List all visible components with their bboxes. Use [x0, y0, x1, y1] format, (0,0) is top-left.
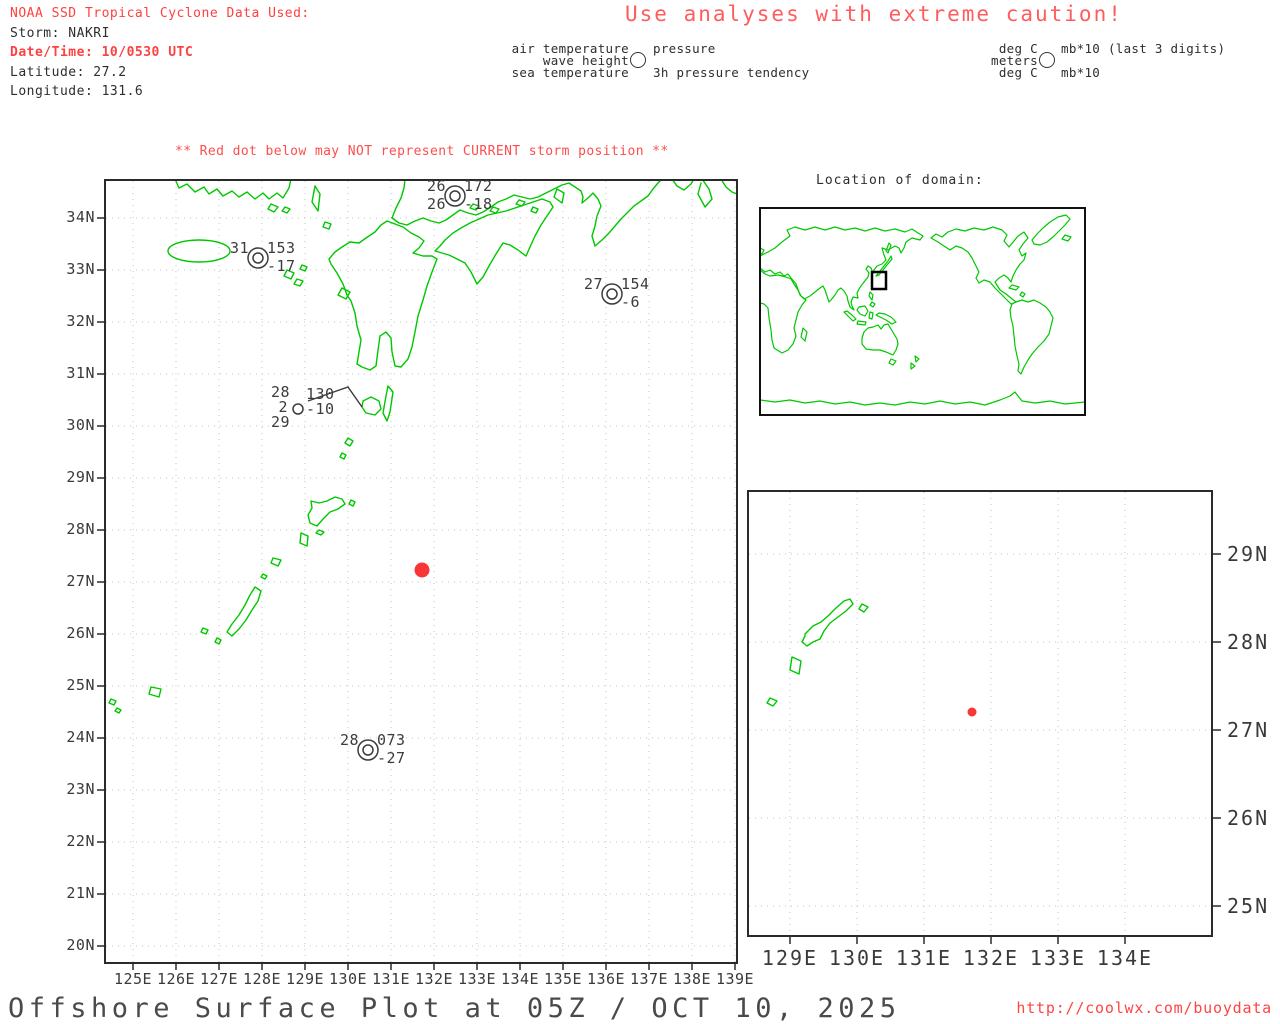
station-sea-temp: 29 [270, 413, 290, 431]
legend-sea-temperature: sea temperature [511, 65, 629, 80]
legend-pressure-units: mb*10 (last 3 digits) [1061, 41, 1226, 56]
lon-label-main: 130E [328, 970, 368, 988]
station-circle-inner [449, 190, 461, 202]
lon-label-inset: 134E [1096, 946, 1154, 970]
station-circle-inner [252, 252, 264, 264]
station-pressure: 172 [464, 177, 493, 195]
legend-pressure-tendency: 3h pressure tendency [653, 65, 810, 80]
lat-label-main: 31N [66, 364, 95, 382]
legend-station-circle-icon [630, 52, 646, 68]
station-air-temp: 27 [583, 275, 603, 293]
lon-label-main: 139E [715, 970, 755, 988]
lat-label-main: 25N [66, 676, 95, 694]
station-circle [292, 403, 304, 415]
lon-label-inset: 129E [761, 946, 819, 970]
lon-label-inset: 132E [962, 946, 1020, 970]
lat-label-main: 26N [66, 624, 95, 642]
lon-label-inset: 133E [1029, 946, 1087, 970]
station-pressure: 073 [377, 731, 406, 749]
lon-label-inset: 130E [828, 946, 886, 970]
lon-label-main: 132E [414, 970, 454, 988]
coastlines-zoom-inset [766, 598, 869, 707]
zoom-inset-frame [747, 490, 1213, 937]
station-air-temp: 26 [426, 177, 446, 195]
lat-label-main: 27N [66, 572, 95, 590]
lon-label-main: 134E [500, 970, 540, 988]
plot-title: Offshore Surface Plot at 05Z / OCT 10, 2… [8, 993, 901, 1024]
main-map-ticks [97, 217, 736, 970]
lon-label-main: 131E [371, 970, 411, 988]
lon-label-inset: 131E [895, 946, 953, 970]
storm-position-warning: ** Red dot below may NOT represent CURRE… [175, 144, 669, 159]
zoom-inset-grid [749, 492, 1211, 935]
lat-label-main: 32N [66, 312, 95, 330]
lon-label-main: 137E [629, 970, 669, 988]
lat-label-main: 21N [66, 884, 95, 902]
storm-position-dot-inset [967, 707, 977, 717]
source-url[interactable]: http://coolwx.com/buoydata [1016, 999, 1272, 1017]
legend-sea-units: deg C [998, 65, 1038, 80]
station-pressure-tendency: -18 [464, 195, 493, 213]
station-air-temp: 31 [229, 239, 249, 257]
station-pressure-tendency: -27 [377, 749, 406, 767]
lon-label-main: 126E [156, 970, 196, 988]
legend-pressure: pressure [653, 41, 716, 56]
lat-label-main: 33N [66, 260, 95, 278]
domain-inset-title: Location of domain: [816, 173, 984, 188]
lat-label-main: 34N [66, 208, 95, 226]
coastlines-world-inset [759, 214, 1086, 406]
station-symbols [247, 185, 623, 761]
legend-tendency-units: mb*10 [1061, 65, 1101, 80]
lat-label-main: 23N [66, 780, 95, 798]
storm-datetime: Date/Time: 10/0530 UTC [10, 45, 194, 60]
storm-name: Storm: NAKRI [10, 25, 110, 41]
lat-label-main: 22N [66, 832, 95, 850]
station-pressure: 153 [267, 239, 296, 257]
station-pressure: 154 [621, 275, 650, 293]
station-pressure-tendency: -10 [306, 400, 335, 418]
lat-label-main: 24N [66, 728, 95, 746]
station-air-temp: 28 [339, 731, 359, 749]
lon-label-main: 128E [242, 970, 282, 988]
lon-label-main: 127E [199, 970, 239, 988]
station-pressure-tendency: -6 [621, 293, 641, 311]
buoy-plot-page: NOAA SSD Tropical Cyclone Data Used: Sto… [0, 0, 1280, 1024]
storm-longitude: Longitude: 131.6 [10, 84, 144, 99]
storm-latitude: Latitude: 27.2 [10, 64, 127, 80]
lat-label-main: 29N [66, 468, 95, 486]
lon-label-main: 138E [672, 970, 712, 988]
lon-label-main: 129E [285, 970, 325, 988]
lon-label-main: 135E [543, 970, 583, 988]
lon-label-main: 133E [457, 970, 497, 988]
station-circle-inner [362, 744, 374, 756]
lat-label-main: 30N [66, 416, 95, 434]
lat-label-inset: 28N [1227, 630, 1270, 654]
data-source-title: NOAA SSD Tropical Cyclone Data Used: [10, 6, 310, 21]
lon-label-main: 125E [113, 970, 153, 988]
lat-label-main: 20N [66, 936, 95, 954]
storm-position-dot [414, 562, 430, 578]
lat-label-inset: 25N [1227, 894, 1270, 918]
world-inset-frame [759, 207, 1086, 416]
lat-label-inset: 27N [1227, 718, 1270, 742]
zoom-inset-ticks [789, 553, 1221, 944]
storm-info-block: NOAA SSD Tropical Cyclone Data Used: Sto… [10, 4, 310, 102]
station-pressure-tendency: -17 [267, 257, 296, 275]
legend-units-circle-icon [1039, 52, 1055, 68]
lat-label-inset: 29N [1227, 542, 1270, 566]
lat-label-main: 28N [66, 520, 95, 538]
lon-label-main: 136E [586, 970, 626, 988]
station-sea-temp: 26 [426, 195, 446, 213]
lat-label-inset: 26N [1227, 806, 1270, 830]
coastlines-main-map [108, 180, 737, 714]
caution-headline: Use analyses with extreme caution! [625, 2, 1123, 26]
station-circle-inner [606, 288, 618, 300]
